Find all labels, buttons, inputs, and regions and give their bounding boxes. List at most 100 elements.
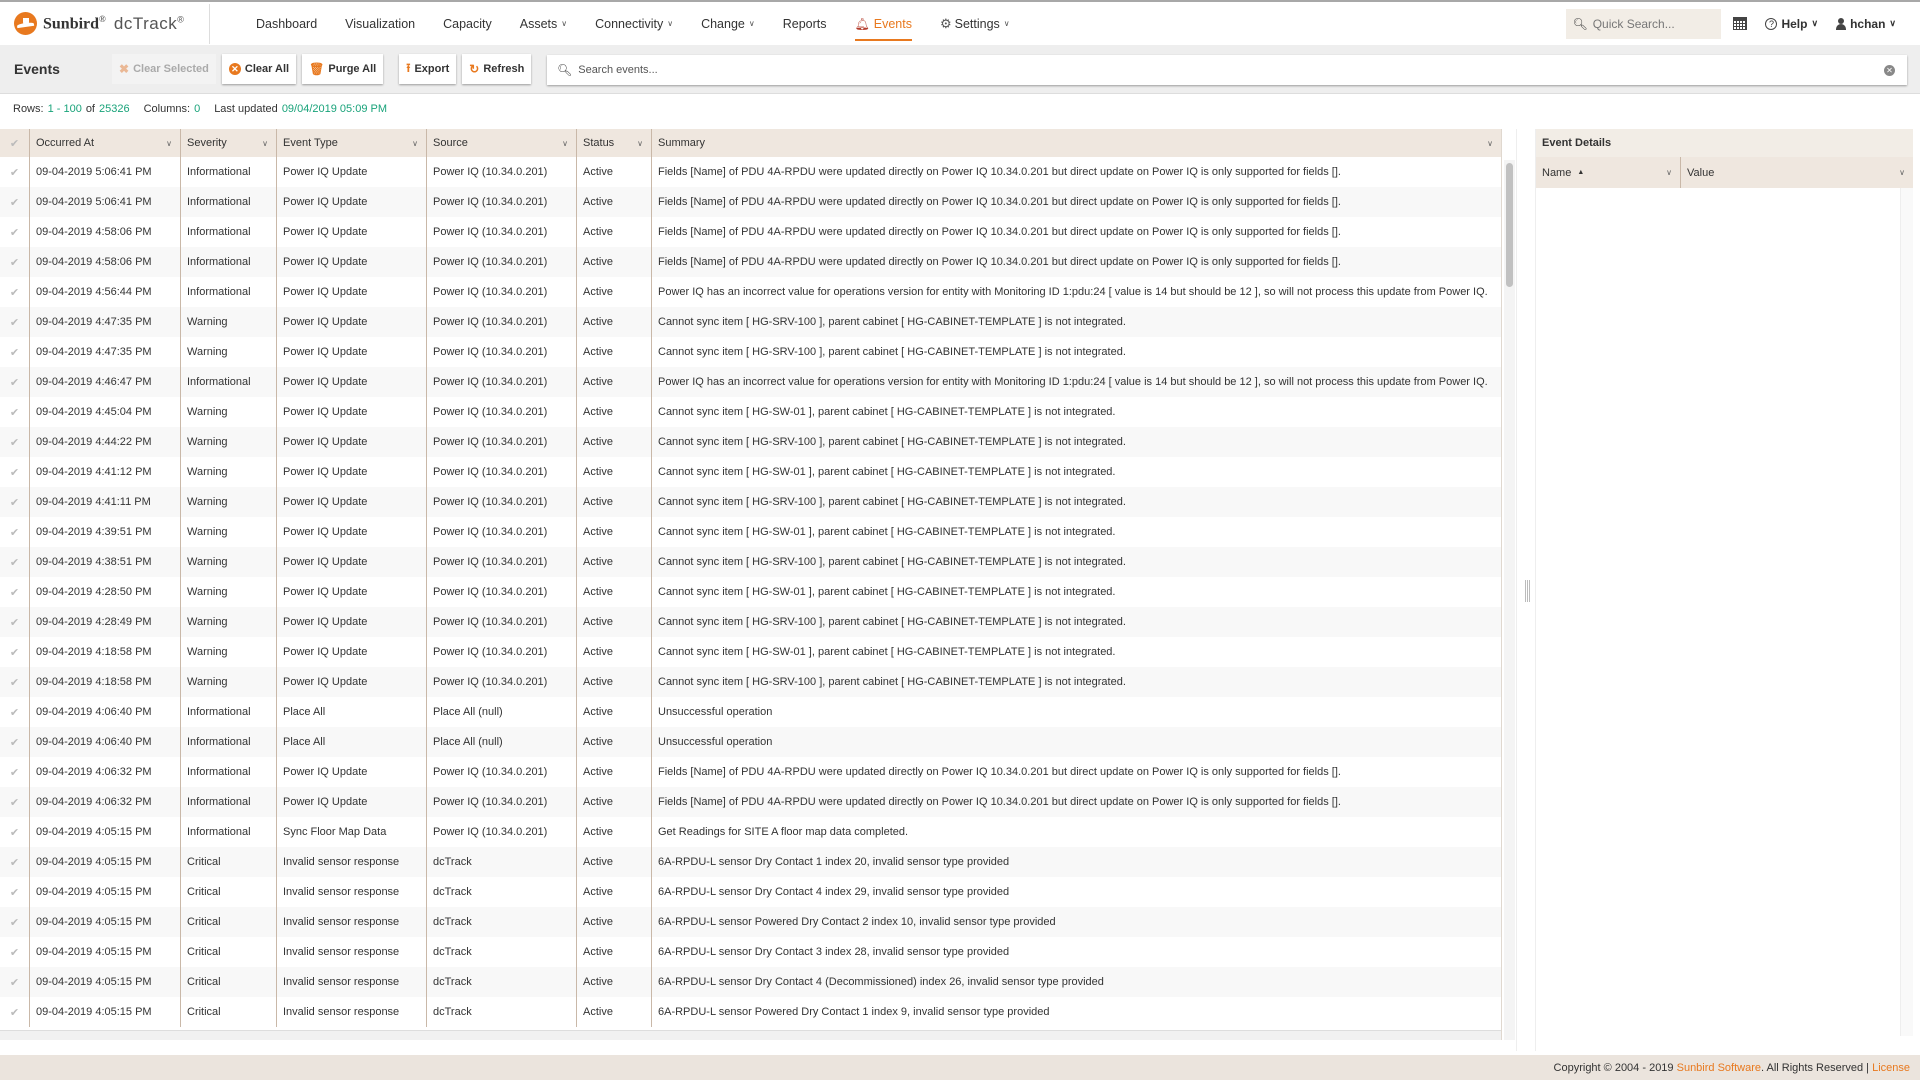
table-row[interactable]: ✔ 09-04-2019 4:47:35 PM Warning Power IQ Up…: [0, 307, 1501, 337]
table-row[interactable]: ✔ 09-04-2019 5:06:41 PM Informational Power…: [0, 157, 1501, 187]
row-checkbox[interactable]: ✔: [0, 877, 30, 907]
row-checkbox[interactable]: ✔: [0, 307, 30, 337]
select-all-checkbox[interactable]: ✔: [0, 129, 30, 157]
row-checkbox[interactable]: ✔: [0, 787, 30, 817]
chevron-down-icon[interactable]: ∨: [1487, 139, 1493, 148]
table-row[interactable]: ✔ 09-04-2019 4:06:32 PM Informational Power…: [0, 757, 1501, 787]
table-row[interactable]: ✔ 09-04-2019 4:41:12 PM Warning Power IQ Up…: [0, 457, 1501, 487]
row-checkbox[interactable]: ✔: [0, 577, 30, 607]
row-checkbox[interactable]: ✔: [0, 397, 30, 427]
column-header-name[interactable]: Name ▲ ∨: [1536, 157, 1681, 188]
chevron-down-icon[interactable]: ∨: [562, 139, 568, 148]
chevron-down-icon[interactable]: ∨: [166, 139, 172, 148]
table-row[interactable]: ✔ 09-04-2019 4:41:11 PM Warning Power IQ Up…: [0, 487, 1501, 517]
row-checkbox[interactable]: ✔: [0, 187, 30, 217]
row-checkbox[interactable]: ✔: [0, 487, 30, 517]
nav-item-dashboard[interactable]: Dashboard: [242, 2, 331, 45]
row-checkbox[interactable]: ✔: [0, 727, 30, 757]
nav-item-visualization[interactable]: Visualization: [331, 2, 429, 45]
vertical-scrollbar[interactable]: [1504, 160, 1515, 1040]
table-row[interactable]: ✔ 09-04-2019 4:28:50 PM Warning Power IQ Up…: [0, 577, 1501, 607]
row-checkbox[interactable]: ✔: [0, 697, 30, 727]
table-row[interactable]: ✔ 09-04-2019 4:06:40 PM Informational Place…: [0, 697, 1501, 727]
table-row[interactable]: ✔ 09-04-2019 4:06:32 PM Informational Power…: [0, 787, 1501, 817]
table-row[interactable]: ✔ 09-04-2019 4:05:15 PM Informational Sync …: [0, 817, 1501, 847]
column-header-summary[interactable]: Summary ∨: [652, 129, 1501, 157]
horizontal-scrollbar[interactable]: [0, 1030, 1501, 1040]
table-row[interactable]: ✔ 09-04-2019 4:39:51 PM Warning Power IQ Up…: [0, 517, 1501, 547]
table-row[interactable]: ✔ 09-04-2019 4:38:51 PM Warning Power IQ Up…: [0, 547, 1501, 577]
nav-item-change[interactable]: Change ∨: [687, 2, 769, 45]
column-header-severity[interactable]: Severity ∨: [181, 129, 277, 157]
app-logo[interactable]: Sunbird® dcTrack®: [0, 3, 210, 44]
table-row[interactable]: ✔ 09-04-2019 4:06:40 PM Informational Place…: [0, 727, 1501, 757]
row-checkbox[interactable]: ✔: [0, 607, 30, 637]
nav-item-settings[interactable]: ⚙ Settings ∨: [926, 2, 1024, 45]
chevron-down-icon[interactable]: ∨: [637, 139, 643, 148]
nav-item-capacity[interactable]: Capacity: [429, 2, 506, 45]
nav-item-reports[interactable]: Reports: [769, 2, 841, 45]
clear-selected-button[interactable]: ✖ Clear Selected: [112, 54, 216, 84]
table-row[interactable]: ✔ 09-04-2019 4:28:49 PM Warning Power IQ Up…: [0, 607, 1501, 637]
table-row[interactable]: ✔ 09-04-2019 4:05:15 PM Critical Invalid se…: [0, 847, 1501, 877]
row-checkbox[interactable]: ✔: [0, 277, 30, 307]
table-row[interactable]: ✔ 09-04-2019 4:05:15 PM Critical Invalid se…: [0, 967, 1501, 997]
table-row[interactable]: ✔ 09-04-2019 4:58:06 PM Informational Power…: [0, 247, 1501, 277]
nav-item-connectivity[interactable]: Connectivity ∨: [581, 2, 687, 45]
calendar-icon[interactable]: [1733, 17, 1748, 30]
table-row[interactable]: ✔ 09-04-2019 4:05:15 PM Critical Invalid se…: [0, 937, 1501, 967]
chevron-down-icon[interactable]: ∨: [262, 139, 268, 148]
table-row[interactable]: ✔ 09-04-2019 4:45:04 PM Warning Power IQ Up…: [0, 397, 1501, 427]
export-button[interactable]: ⭱ Export: [399, 54, 457, 84]
column-header-occurred-at[interactable]: Occurred At ∨: [30, 129, 181, 157]
table-row[interactable]: ✔ 09-04-2019 5:06:41 PM Informational Power…: [0, 187, 1501, 217]
row-checkbox[interactable]: ✔: [0, 517, 30, 547]
table-row[interactable]: ✔ 09-04-2019 4:18:58 PM Warning Power IQ Up…: [0, 667, 1501, 697]
row-checkbox[interactable]: ✔: [0, 337, 30, 367]
row-checkbox[interactable]: ✔: [0, 427, 30, 457]
row-checkbox[interactable]: ✔: [0, 637, 30, 667]
row-checkbox[interactable]: ✔: [0, 457, 30, 487]
table-row[interactable]: ✔ 09-04-2019 4:56:44 PM Informational Power…: [0, 277, 1501, 307]
panel-splitter[interactable]: [1516, 129, 1536, 1051]
search-events-input[interactable]: [578, 64, 1884, 76]
details-scrollbar[interactable]: [1901, 188, 1913, 1036]
drag-handle-icon[interactable]: [1525, 580, 1530, 602]
chevron-down-icon[interactable]: ∨: [1666, 168, 1672, 177]
row-checkbox[interactable]: ✔: [0, 247, 30, 277]
row-checkbox[interactable]: ✔: [0, 937, 30, 967]
table-row[interactable]: ✔ 09-04-2019 4:46:47 PM Informational Power…: [0, 367, 1501, 397]
row-checkbox[interactable]: ✔: [0, 217, 30, 247]
row-checkbox[interactable]: ✔: [0, 757, 30, 787]
user-menu[interactable]: hchan ∨: [1836, 17, 1896, 31]
table-row[interactable]: ✔ 09-04-2019 4:05:15 PM Critical Invalid se…: [0, 997, 1501, 1027]
nav-item-assets[interactable]: Assets ∨: [506, 2, 581, 45]
table-row[interactable]: ✔ 09-04-2019 4:58:06 PM Informational Power…: [0, 217, 1501, 247]
row-checkbox[interactable]: ✔: [0, 667, 30, 697]
row-checkbox[interactable]: ✔: [0, 367, 30, 397]
scrollbar-thumb[interactable]: [1506, 163, 1513, 287]
chevron-down-icon[interactable]: ∨: [412, 139, 418, 148]
chevron-down-icon[interactable]: ∨: [1899, 168, 1905, 177]
purge-all-button[interactable]: 🗑︎ Purge All: [302, 54, 384, 84]
column-header-source[interactable]: Source ∨: [427, 129, 577, 157]
help-menu[interactable]: ? Help ∨: [1765, 17, 1818, 31]
row-checkbox[interactable]: ✔: [0, 817, 30, 847]
row-checkbox[interactable]: ✔: [0, 907, 30, 937]
license-link[interactable]: License: [1872, 1062, 1910, 1074]
clear-all-button[interactable]: ✕ Clear All: [221, 54, 297, 84]
table-row[interactable]: ✔ 09-04-2019 4:18:58 PM Warning Power IQ Up…: [0, 637, 1501, 667]
table-row[interactable]: ✔ 09-04-2019 4:05:15 PM Critical Invalid se…: [0, 907, 1501, 937]
company-link[interactable]: Sunbird Software: [1677, 1062, 1761, 1074]
column-header-event-type[interactable]: Event Type ∨: [277, 129, 427, 157]
row-checkbox[interactable]: ✔: [0, 547, 30, 577]
column-header-value[interactable]: Value ∨: [1681, 157, 1913, 188]
column-header-status[interactable]: Status ∨: [577, 129, 652, 157]
table-row[interactable]: ✔ 09-04-2019 4:05:15 PM Critical Invalid se…: [0, 877, 1501, 907]
quick-search-input[interactable]: 🔍︎ Quick Search...: [1566, 8, 1722, 39]
nav-item-events[interactable]: 🔔︎ Events: [841, 2, 926, 45]
row-checkbox[interactable]: ✔: [0, 997, 30, 1027]
refresh-button[interactable]: ↻ Refresh: [462, 54, 532, 84]
row-checkbox[interactable]: ✔: [0, 847, 30, 877]
table-row[interactable]: ✔ 09-04-2019 4:44:22 PM Warning Power IQ Up…: [0, 427, 1501, 457]
